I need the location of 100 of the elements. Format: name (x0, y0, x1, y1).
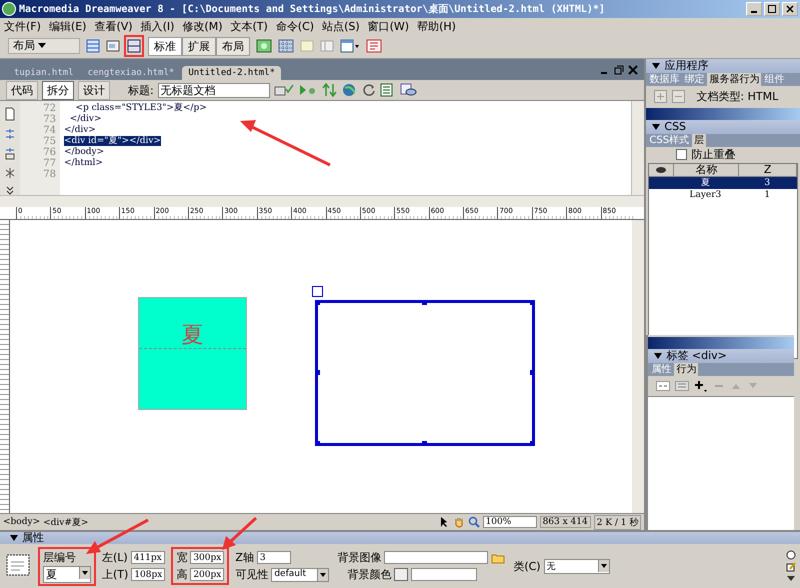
title-field[interactable]: 无标题文档 (158, 82, 270, 98)
background-color-field[interactable] (411, 568, 478, 581)
panel-header[interactable]: 应用程序 (646, 59, 800, 73)
left-field[interactable]: 411px (130, 551, 165, 564)
panel-tab[interactable]: 服务器行为 (707, 73, 762, 86)
menu-item[interactable]: 修改(M) (182, 18, 222, 34)
layer-name: 夏 (700, 177, 711, 189)
line-number: 75 (42, 136, 56, 147)
view-button[interactable]: 代码 (6, 80, 38, 100)
panel-header[interactable]: 标签 <div> (648, 349, 794, 363)
maximize-icon (768, 5, 776, 13)
zoom-icon[interactable] (468, 516, 480, 528)
top-field[interactable]: 108px (131, 568, 166, 581)
restore-icon[interactable] (614, 65, 624, 75)
menu-item[interactable]: 文件(F) (4, 18, 41, 34)
window-size[interactable]: 863 x 414 (540, 516, 591, 528)
height-field[interactable]: 200px (190, 568, 224, 581)
table-icon[interactable] (86, 39, 100, 53)
column-header[interactable]: 名称 (674, 164, 740, 176)
sitemap-icon[interactable] (366, 39, 382, 53)
category-dropdown[interactable]: 布局 (8, 38, 80, 54)
list-view-icon[interactable] (656, 381, 670, 391)
toolbar-mode-button[interactable]: 扩展 (182, 36, 216, 56)
scrollbar[interactable] (632, 220, 644, 513)
menu-item[interactable]: 文本(T) (230, 18, 268, 34)
collapse-triangle-icon[interactable] (654, 353, 662, 359)
column-header[interactable]: Z (739, 164, 797, 176)
layer-icon[interactable] (106, 39, 120, 53)
table-dropdown-icon[interactable] (340, 39, 360, 53)
caret-icon (79, 566, 90, 578)
layer-row[interactable]: Layer3 1 (649, 189, 797, 201)
menu-item[interactable]: 窗口(W) (368, 18, 410, 34)
view-button[interactable]: 拆分 (42, 80, 74, 100)
class-dropdown[interactable]: 无 (544, 558, 610, 574)
tag-selector[interactable]: <body> (3, 517, 40, 527)
draw-layer-icon[interactable] (126, 37, 142, 55)
refresh-icon[interactable] (362, 83, 376, 97)
checkbox-label: 防止重叠 (691, 146, 736, 162)
toolbar-mode-button[interactable]: 标准 (148, 36, 182, 56)
browser-check-icon[interactable] (298, 83, 318, 97)
globe-icon[interactable] (342, 83, 358, 97)
zoom-dropdown[interactable]: 100% (482, 516, 537, 528)
collapse-triangle-icon[interactable] (652, 124, 660, 130)
field-label: 宽 (176, 550, 188, 565)
chevron-icon[interactable] (4, 185, 16, 196)
validate-icon[interactable] (274, 83, 294, 97)
close-icon[interactable] (628, 65, 638, 75)
close-icon (786, 5, 794, 13)
visibility-dropdown[interactable]: default (271, 568, 330, 582)
image-icon[interactable] (256, 39, 272, 53)
layer-row[interactable]: 夏 3 (649, 177, 797, 189)
checkbox[interactable] (676, 148, 688, 160)
document-icon[interactable] (4, 107, 16, 121)
document-type-label: 文档类型: HTML (696, 88, 778, 104)
z-index-field[interactable]: 3 (256, 551, 291, 564)
layer-name: Layer3 (688, 189, 722, 201)
edit-icon[interactable] (786, 562, 796, 572)
view-button[interactable]: 设计 (78, 80, 110, 100)
panel-header[interactable]: 属性 (0, 532, 800, 544)
add-icon[interactable] (694, 380, 708, 392)
field-label: 左(L) (102, 550, 128, 565)
layer-box[interactable] (315, 300, 535, 446)
layer-id-dropdown[interactable]: 夏 (43, 566, 91, 582)
document-tab[interactable]: Untitled-2.html* (182, 66, 282, 80)
close-button[interactable] (782, 2, 798, 16)
background-image-field[interactable] (384, 551, 488, 564)
menu-item[interactable]: 帮助(H) (417, 18, 456, 34)
panel-title: 应用程序 (664, 59, 708, 73)
panel-header[interactable]: CSS (646, 120, 800, 134)
minimize-button[interactable] (746, 2, 762, 16)
menu-item[interactable]: 插入(I) (140, 18, 174, 34)
horizontal-scrollbar[interactable] (0, 195, 644, 207)
visual-aids-icon[interactable] (400, 83, 418, 97)
line-number: 74 (42, 125, 56, 136)
scrollbar[interactable] (631, 101, 644, 195)
grid-icon[interactable] (278, 39, 294, 53)
layer-text: 夏 (182, 322, 204, 348)
asterisk-icon[interactable] (4, 166, 16, 180)
help-icon[interactable] (786, 550, 796, 560)
field-label: 背景图像 (337, 550, 382, 565)
menu-item[interactable]: 查看(V) (94, 18, 133, 34)
collapse-triangle-icon[interactable] (652, 63, 660, 69)
color-picker[interactable] (394, 568, 408, 581)
menu-item[interactable]: 命令(C) (276, 18, 314, 34)
maximize-button[interactable] (764, 2, 780, 16)
expand-icon[interactable] (4, 146, 16, 160)
panel-title: CSS (664, 120, 686, 134)
toolbar-mode-button[interactable]: 布局 (216, 36, 250, 56)
layer-box[interactable]: 夏 (138, 297, 247, 410)
width-field[interactable]: 300px (190, 551, 224, 564)
menu-item[interactable]: 编辑(E) (48, 18, 86, 34)
panel-tab[interactable]: 行为 (674, 363, 698, 376)
panel-tab[interactable]: 层 (692, 134, 706, 147)
collapse-triangle-icon[interactable] (10, 535, 18, 541)
annotation-arrow (86, 518, 149, 554)
field-label: 可见性 (235, 567, 268, 582)
list-view-icon[interactable] (675, 381, 690, 391)
layer-handle-icon[interactable] (312, 286, 323, 297)
tag-selector[interactable]: <div#夏> (43, 516, 88, 528)
menu-item[interactable]: 站点(S) (322, 18, 360, 34)
